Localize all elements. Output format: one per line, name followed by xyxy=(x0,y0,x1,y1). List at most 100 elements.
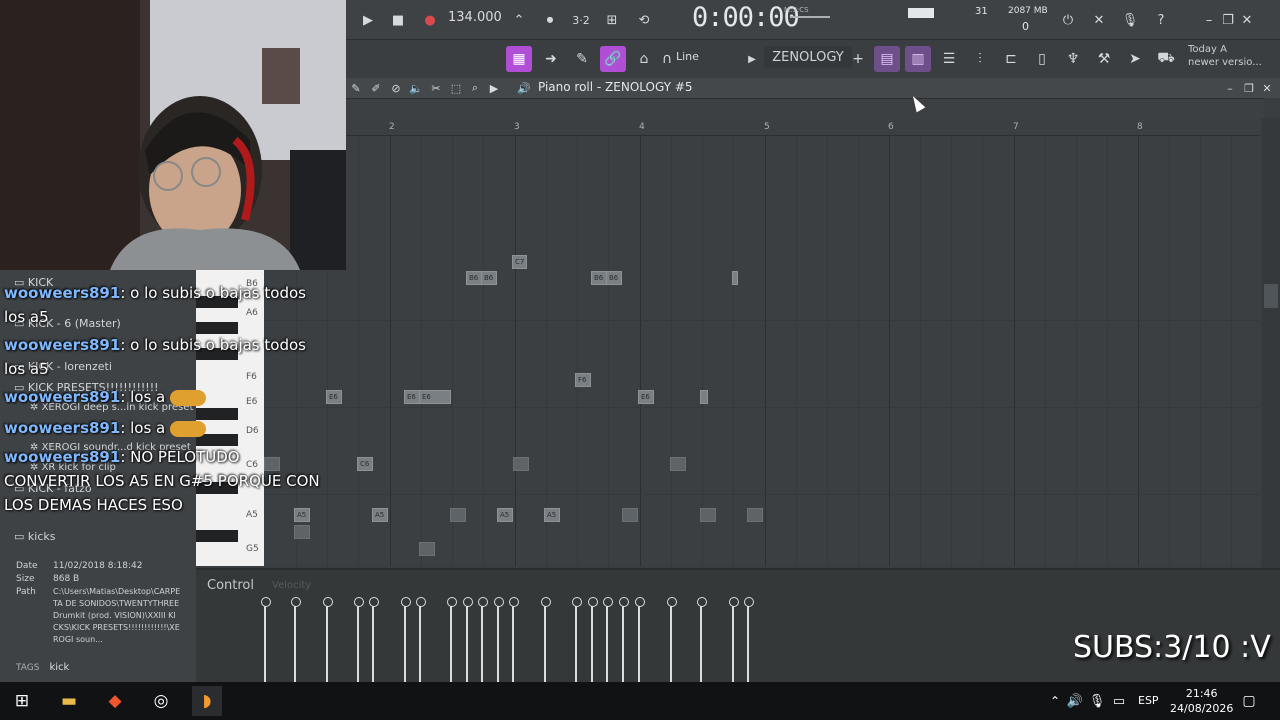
file-explorer-icon[interactable]: ▬ xyxy=(54,686,84,716)
velocity-bar[interactable] xyxy=(744,597,754,682)
mixer-icon[interactable]: ☰ xyxy=(936,46,962,72)
song-time-display[interactable]: 0:00:00 xyxy=(692,2,800,33)
language-indicator[interactable]: ESP xyxy=(1138,694,1159,707)
note[interactable]: E6 xyxy=(638,390,654,404)
routing-icon[interactable]: ⊏ xyxy=(998,46,1024,72)
note[interactable] xyxy=(670,457,686,471)
note[interactable] xyxy=(264,457,280,471)
link-icon[interactable]: 🔗 xyxy=(600,46,626,72)
velocity-bar[interactable] xyxy=(494,597,504,682)
velocity-bar[interactable] xyxy=(369,597,379,682)
tags-row[interactable]: TAGS kick xyxy=(16,662,69,673)
instrument-selector[interactable]: ZENOLOGY xyxy=(764,46,852,68)
note[interactable] xyxy=(732,271,738,285)
note[interactable]: E6 xyxy=(404,390,420,404)
line-mode-select[interactable]: Line xyxy=(676,50,699,63)
note[interactable] xyxy=(419,542,435,556)
shop-icon[interactable]: ⛟ xyxy=(1153,46,1179,72)
windows-start-icon[interactable]: ⊞ xyxy=(7,686,37,716)
note[interactable] xyxy=(294,525,310,539)
note[interactable] xyxy=(513,457,529,471)
velocity-bar[interactable] xyxy=(261,597,271,682)
velocity-bar[interactable] xyxy=(667,597,677,682)
magnet-icon[interactable]: ∩ xyxy=(657,46,677,72)
tools-icon[interactable]: ✕ xyxy=(1087,8,1111,32)
note[interactable]: E6 xyxy=(326,390,342,404)
news-ticker[interactable]: Today A newer versio... xyxy=(1188,43,1262,69)
note[interactable]: A5 xyxy=(372,508,388,522)
note-grid[interactable] xyxy=(264,136,1260,566)
note[interactable]: B6 xyxy=(481,271,497,285)
velocity-bar[interactable] xyxy=(697,597,707,682)
note[interactable]: A5 xyxy=(497,508,513,522)
pr-close-icon[interactable]: ✕ xyxy=(1259,80,1275,96)
wait-input-icon[interactable]: ⏺ xyxy=(538,8,562,32)
note[interactable] xyxy=(700,390,708,404)
master-volume-slider[interactable] xyxy=(790,16,830,18)
brave-browser-icon[interactable]: ◆ xyxy=(100,686,130,716)
velocity-bar[interactable] xyxy=(588,597,598,682)
system-clock[interactable]: 21:46 24/08/2026 xyxy=(1170,686,1233,716)
tool-draw-icon[interactable]: ✎ xyxy=(348,80,364,96)
piano-roll-button[interactable]: ▦ xyxy=(506,46,532,72)
metronome-icon[interactable]: ⌃ xyxy=(507,8,531,32)
note[interactable]: F6 xyxy=(575,373,591,387)
step-edit-icon[interactable]: ⊞ xyxy=(600,8,624,32)
note[interactable] xyxy=(622,508,638,522)
browser-folder[interactable]: ▭ kicks xyxy=(14,530,55,543)
notifications-icon[interactable]: ▢ xyxy=(1234,686,1264,716)
note[interactable]: C6 xyxy=(357,457,373,471)
velocity-bar[interactable] xyxy=(603,597,613,682)
power-icon[interactable]: ⏻ xyxy=(1056,8,1080,32)
speaker-icon[interactable]: 🔊 xyxy=(516,80,532,96)
velocity-bar[interactable] xyxy=(447,597,457,682)
note[interactable]: B6 xyxy=(606,271,622,285)
horizontal-scroll-overview[interactable] xyxy=(346,98,1264,118)
scroll-thumb[interactable] xyxy=(1264,284,1278,308)
close-icon[interactable]: ✕ xyxy=(1235,8,1259,32)
obs-icon[interactable]: ◎ xyxy=(146,686,176,716)
play-button[interactable]: ▶ xyxy=(356,8,380,32)
velocity-bar[interactable] xyxy=(323,597,333,682)
stamp-icon[interactable]: ⌂ xyxy=(631,46,657,72)
play-arrow-icon[interactable]: ▶ xyxy=(742,46,762,72)
note[interactable]: B6 xyxy=(466,271,482,285)
velocity-bar[interactable] xyxy=(635,597,645,682)
velocity-bar[interactable] xyxy=(416,597,426,682)
black-key[interactable] xyxy=(196,530,238,542)
record-button[interactable]: ● xyxy=(418,8,442,32)
tempo-display[interactable]: 134.000 xyxy=(448,10,502,25)
loop-record-icon[interactable]: ⟲ xyxy=(632,8,656,32)
tool-mute-icon[interactable]: 🔈 xyxy=(408,80,424,96)
tool-select-icon[interactable]: ⬚ xyxy=(448,80,464,96)
velocity-bar[interactable] xyxy=(478,597,488,682)
black-key[interactable] xyxy=(196,322,238,334)
brush-icon[interactable]: ⚒ xyxy=(1091,46,1117,72)
file-icon[interactable]: ▯ xyxy=(1029,46,1055,72)
network-icon[interactable]: ▭ xyxy=(1104,686,1134,716)
note[interactable] xyxy=(700,508,716,522)
note[interactable] xyxy=(747,508,763,522)
tool-delete-icon[interactable]: ⊘ xyxy=(388,80,404,96)
velocity-bar[interactable] xyxy=(401,597,411,682)
channel-rack-icon[interactable]: ▤ xyxy=(874,46,900,72)
velocity-bar[interactable] xyxy=(463,597,473,682)
arrow-icon[interactable]: ➜ xyxy=(538,46,564,72)
add-icon[interactable]: + xyxy=(848,46,868,72)
plugin-icon[interactable]: ♆ xyxy=(1060,46,1086,72)
eq-icon[interactable]: ⫶ xyxy=(967,46,993,72)
velocity-bar[interactable] xyxy=(541,597,551,682)
note[interactable]: E6 xyxy=(419,390,451,404)
tool-paint-icon[interactable]: ✐ xyxy=(368,80,384,96)
note[interactable]: A5 xyxy=(544,508,560,522)
time-ruler[interactable] xyxy=(346,118,1260,136)
pr-maximize-icon[interactable]: ❐ xyxy=(1241,80,1257,96)
vertical-scrollbar[interactable] xyxy=(1262,118,1280,568)
note[interactable] xyxy=(450,508,466,522)
velocity-bar[interactable] xyxy=(291,597,301,682)
stop-button[interactable]: ■ xyxy=(386,8,410,32)
countdown-icon[interactable]: 3·2 xyxy=(569,8,593,32)
control-label[interactable]: Control xyxy=(207,578,254,593)
tool-slice-icon[interactable]: ✂ xyxy=(428,80,444,96)
note[interactable]: C7 xyxy=(512,255,527,269)
